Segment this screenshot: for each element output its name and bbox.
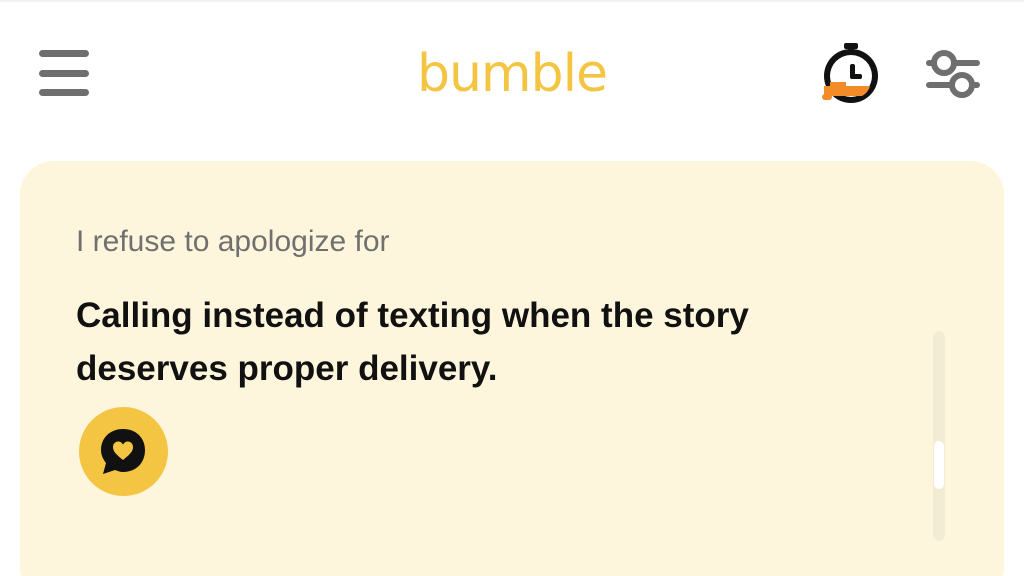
compliment-button[interactable]: [79, 407, 168, 496]
card-scrollbar[interactable]: [933, 331, 945, 541]
profile-prompt-card: I refuse to apologize for Calling instea…: [20, 161, 1004, 576]
boost-button[interactable]: [818, 42, 882, 106]
prompt-answer: Calling instead of texting when the stor…: [76, 296, 749, 388]
sliders-filter-icon: [926, 50, 980, 98]
menu-button[interactable]: [36, 46, 92, 100]
hamburger-menu-icon: [39, 50, 89, 57]
bumble-logo: bumble: [416, 44, 608, 104]
heart-speech-bubble-icon: [101, 429, 145, 474]
hamburger-menu-icon-bar: [39, 70, 89, 77]
prompt-label: I refuse to apologize for: [76, 225, 390, 258]
filter-button[interactable]: [922, 42, 986, 106]
scrollbar-thumb[interactable]: [934, 441, 944, 489]
header-bar: bumble: [0, 0, 1024, 150]
app-screen: bumble I refuse to apologize for Calling…: [0, 0, 1024, 576]
hamburger-menu-icon-bar: [39, 89, 89, 96]
stopwatch-boost-icon: [822, 43, 878, 103]
